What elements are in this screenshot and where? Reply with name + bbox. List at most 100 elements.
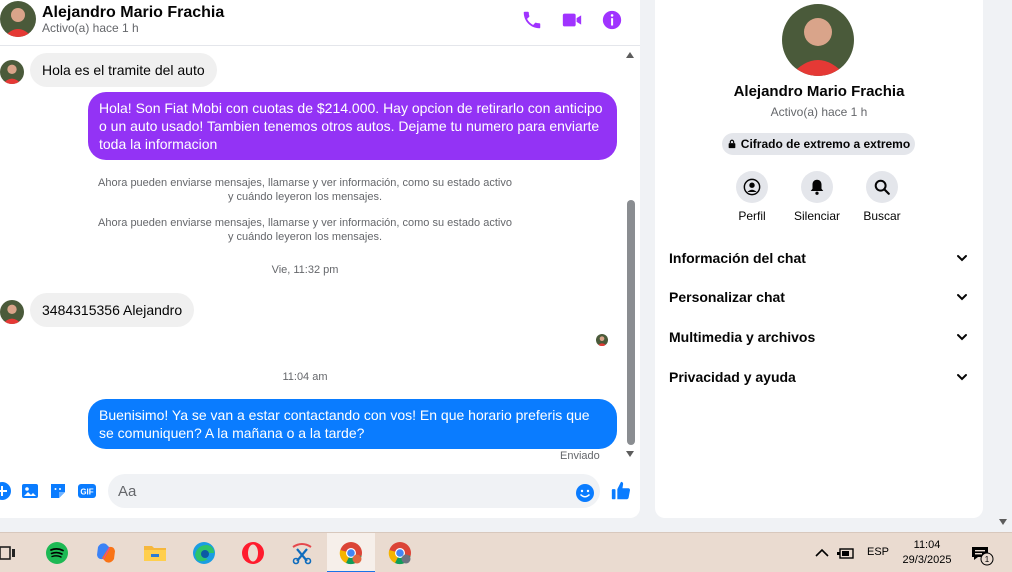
sender-avatar[interactable] — [0, 60, 24, 84]
profile-action[interactable]: Perfil — [722, 171, 782, 223]
chevron-down-icon — [957, 294, 967, 301]
taskbar: ESP 11:04 29/3/2025 1 — [0, 532, 1012, 572]
message-list[interactable]: Hola es el tramite del auto Hola! Son Fi… — [0, 47, 622, 467]
section-label: Personalizar chat — [669, 289, 785, 305]
attach-photo-button[interactable] — [20, 481, 40, 501]
system-notice: Ahora pueden enviarse mensajes, llamarse… — [88, 176, 522, 204]
task-view-icon — [0, 546, 15, 560]
conversation-info-panel: Alejandro Mario Frachia Activo(a) hace 1… — [655, 0, 983, 518]
encryption-label: Cifrado de extremo a extremo — [740, 137, 911, 151]
contact-avatar[interactable] — [0, 1, 36, 37]
thumbs-up-icon — [611, 481, 631, 500]
chevron-down-icon — [957, 255, 967, 262]
emoji-button[interactable] — [575, 483, 595, 503]
spotify-icon — [46, 542, 68, 564]
sticker-button[interactable] — [48, 481, 68, 501]
chrome-icon — [339, 542, 362, 565]
encryption-badge[interactable]: Cifrado de extremo a extremo — [722, 133, 915, 155]
video-camera-icon — [562, 13, 582, 27]
chrome-profile-icon — [388, 542, 411, 565]
snipping-tool-icon — [292, 543, 312, 565]
video-call-button[interactable] — [561, 9, 583, 31]
chrome-profile-taskbar-button[interactable] — [386, 539, 414, 567]
chat-header: Alejandro Mario Frachia Activo(a) hace 1… — [0, 0, 640, 46]
call-button[interactable] — [521, 9, 543, 31]
section-privacy-help[interactable]: Privacidad y ayuda — [669, 367, 969, 389]
gif-label: GIF — [80, 488, 93, 497]
message-input-wrapper[interactable] — [108, 474, 600, 508]
notification-icon: 1 — [972, 547, 994, 566]
search-icon — [874, 179, 890, 195]
show-hidden-icons-button[interactable] — [812, 539, 832, 567]
profile-avatar[interactable] — [782, 4, 854, 76]
bell-icon — [810, 179, 824, 195]
sender-avatar[interactable] — [0, 300, 24, 324]
contact-name[interactable]: Alejandro Mario Frachia — [42, 4, 224, 22]
timestamp-separator: 11:04 am — [282, 371, 328, 383]
profile-action-label: Perfil — [738, 209, 766, 223]
opera-taskbar-button[interactable] — [239, 539, 267, 567]
gif-icon: GIF — [78, 484, 96, 498]
lock-icon — [728, 139, 736, 149]
contact-status: Activo(a) hace 1 h — [42, 21, 139, 35]
edge-icon — [193, 542, 215, 564]
sticker-icon — [51, 484, 65, 498]
section-customize-chat[interactable]: Personalizar chat — [669, 287, 969, 309]
system-notice-line: Ahora pueden enviarse mensajes, llamarse… — [98, 217, 512, 229]
notification-count: 1 — [985, 555, 990, 564]
profile-name[interactable]: Alejandro Mario Frachia — [655, 83, 983, 100]
spotify-taskbar-button[interactable] — [43, 539, 71, 567]
search-action-label: Buscar — [863, 209, 901, 223]
like-button[interactable] — [610, 480, 632, 502]
system-notice: Ahora pueden enviarse mensajes, llamarse… — [88, 216, 522, 244]
scroll-up-arrow[interactable] — [626, 52, 634, 58]
opera-icon — [242, 542, 264, 564]
task-view-button[interactable] — [0, 539, 20, 567]
composer: GIF — [0, 470, 640, 516]
network-battery-button[interactable] — [836, 539, 856, 567]
system-notice-line: y cuándo leyeron los mensajes. — [227, 191, 383, 203]
photo-icon — [22, 484, 38, 498]
snipping-tool-taskbar-button[interactable] — [288, 539, 316, 567]
language-indicator[interactable]: ESP — [867, 546, 889, 558]
clock-date: 29/3/2025 — [902, 554, 952, 566]
system-notice-line: y cuándo leyeron los mensajes. — [227, 231, 383, 243]
message-outgoing[interactable]: Buenisimo! Ya se van a estar contactando… — [88, 399, 617, 449]
gif-button[interactable]: GIF — [77, 481, 97, 501]
system-notice-line: Ahora pueden enviarse mensajes, llamarse… — [98, 177, 512, 189]
more-actions-button[interactable] — [0, 481, 12, 501]
profile-status: Activo(a) hace 1 h — [770, 105, 868, 119]
notifications-button[interactable]: 1 — [968, 539, 996, 567]
phone-icon — [523, 11, 541, 29]
search-action[interactable]: Buscar — [852, 171, 912, 223]
seen-receipt-avatar — [596, 334, 608, 346]
file-explorer-icon — [144, 546, 166, 561]
file-explorer-taskbar-button[interactable] — [141, 539, 169, 567]
message-input[interactable] — [118, 474, 558, 508]
emoji-icon — [576, 484, 594, 502]
section-chat-info[interactable]: Información del chat — [669, 248, 969, 270]
section-label: Privacidad y ayuda — [669, 369, 796, 385]
message-scrollbar[interactable] — [623, 47, 638, 465]
conversation-info-button[interactable] — [601, 9, 623, 31]
message-outgoing[interactable]: Hola! Son Fiat Mobi con cuotas de $214.0… — [88, 92, 617, 160]
chrome-taskbar-button[interactable] — [337, 539, 365, 567]
chevron-down-icon — [957, 334, 967, 341]
clock[interactable]: 11:04 29/3/2025 — [895, 538, 959, 568]
section-media-files[interactable]: Multimedia y archivos — [669, 327, 969, 349]
section-label: Multimedia y archivos — [669, 329, 816, 345]
mute-action[interactable]: Silenciar — [787, 171, 847, 223]
profile-icon — [743, 178, 761, 196]
clock-time: 11:04 — [913, 539, 941, 551]
message-incoming[interactable]: Hola es el tramite del auto — [30, 53, 217, 87]
battery-icon — [837, 548, 854, 559]
plus-circle-icon — [0, 482, 11, 500]
copilot-taskbar-button[interactable] — [92, 539, 120, 567]
timestamp-separator: Vie, 11:32 pm — [271, 264, 339, 276]
scroll-thumb[interactable] — [627, 200, 635, 445]
scroll-down-arrow[interactable] — [626, 451, 634, 457]
edge-taskbar-button[interactable] — [190, 539, 218, 567]
page-scroll-down-arrow[interactable] — [999, 519, 1007, 525]
message-incoming[interactable]: 3484315356 Alejandro — [30, 293, 195, 327]
sent-status: Enviado — [560, 450, 600, 462]
